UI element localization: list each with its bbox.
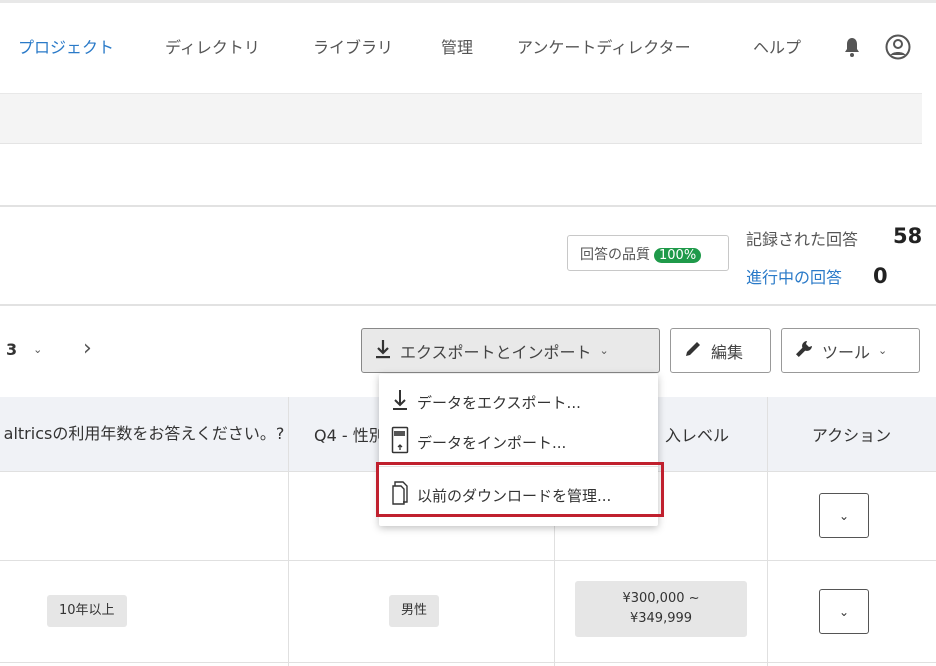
chevron-down-icon: ⌄ xyxy=(599,344,609,357)
row-divider xyxy=(0,560,936,561)
export-import-button[interactable]: エクスポートとインポート ⌄ xyxy=(361,328,660,373)
recorded-responses-label: 記録された回答 xyxy=(746,230,859,249)
chevron-down-icon: ⌄ xyxy=(838,508,850,523)
row-action-button[interactable]: ⌄ xyxy=(819,493,869,538)
download-icon xyxy=(374,338,392,364)
chevron-down-icon: ⌄ xyxy=(33,343,43,356)
top-border xyxy=(0,0,936,3)
nav-survey-director[interactable]: アンケートディレクター xyxy=(517,34,691,58)
nav-projects[interactable]: プロジェクト xyxy=(18,34,114,58)
years-value: 10年以上 xyxy=(47,595,127,627)
menu-item-label: データをエクスポート... xyxy=(417,393,581,412)
wrench-icon xyxy=(794,339,814,363)
recorded-responses-count: 58 xyxy=(893,224,923,248)
income-value: ¥300,000 ~ ¥349,999 xyxy=(575,581,747,637)
column-header-actions: アクション xyxy=(811,426,892,445)
in-progress-responses-link[interactable]: 進行中の回答 xyxy=(746,264,842,288)
nav-help[interactable]: ヘルプ xyxy=(753,34,801,58)
tools-button[interactable]: ツール ⌄ xyxy=(781,328,920,373)
pencil-icon xyxy=(683,339,703,363)
next-page-chevron-icon[interactable]: › xyxy=(83,336,92,361)
user-account-icon[interactable] xyxy=(885,34,911,64)
divider xyxy=(0,304,936,306)
quality-badge: 100% xyxy=(654,248,702,263)
divider xyxy=(0,205,936,207)
chevron-down-icon: ⌄ xyxy=(878,344,888,357)
nav-directory[interactable]: ディレクトリ xyxy=(165,34,260,58)
response-quality-button[interactable]: 回答の品質 100% xyxy=(567,235,729,271)
nav-library[interactable]: ライブラリ xyxy=(313,34,393,58)
gender-value: 男性 xyxy=(389,595,440,627)
quality-label: 回答の品質 xyxy=(580,247,650,263)
edit-label: 編集 xyxy=(711,342,744,362)
download-icon xyxy=(391,388,409,416)
export-import-label: エクスポートとインポート xyxy=(400,342,592,362)
menu-item-label: データをインポート... xyxy=(417,433,567,452)
secondary-toolbar xyxy=(0,93,922,144)
column-header-years[interactable]: altricsの利用年数をお答えください。? xyxy=(0,400,288,468)
page-value: 3 xyxy=(6,340,18,359)
column-divider xyxy=(288,397,289,666)
row-action-button[interactable]: ⌄ xyxy=(819,589,869,634)
edit-button[interactable]: 編集 xyxy=(670,328,771,373)
chevron-down-icon: ⌄ xyxy=(838,604,850,619)
page-select[interactable]: 3 ⌄ xyxy=(6,340,42,359)
csv-file-icon xyxy=(391,426,409,458)
nav-admin[interactable]: 管理 xyxy=(441,34,473,58)
menu-item-export-data[interactable]: データをエクスポート... xyxy=(391,388,581,416)
row-divider xyxy=(0,662,936,663)
column-divider xyxy=(767,397,768,666)
highlight-box xyxy=(376,462,664,517)
menu-item-import-data[interactable]: データをインポート... xyxy=(391,426,566,458)
in-progress-responses-count: 0 xyxy=(873,264,888,288)
bell-icon[interactable] xyxy=(842,36,862,62)
tools-label: ツール xyxy=(822,342,871,362)
